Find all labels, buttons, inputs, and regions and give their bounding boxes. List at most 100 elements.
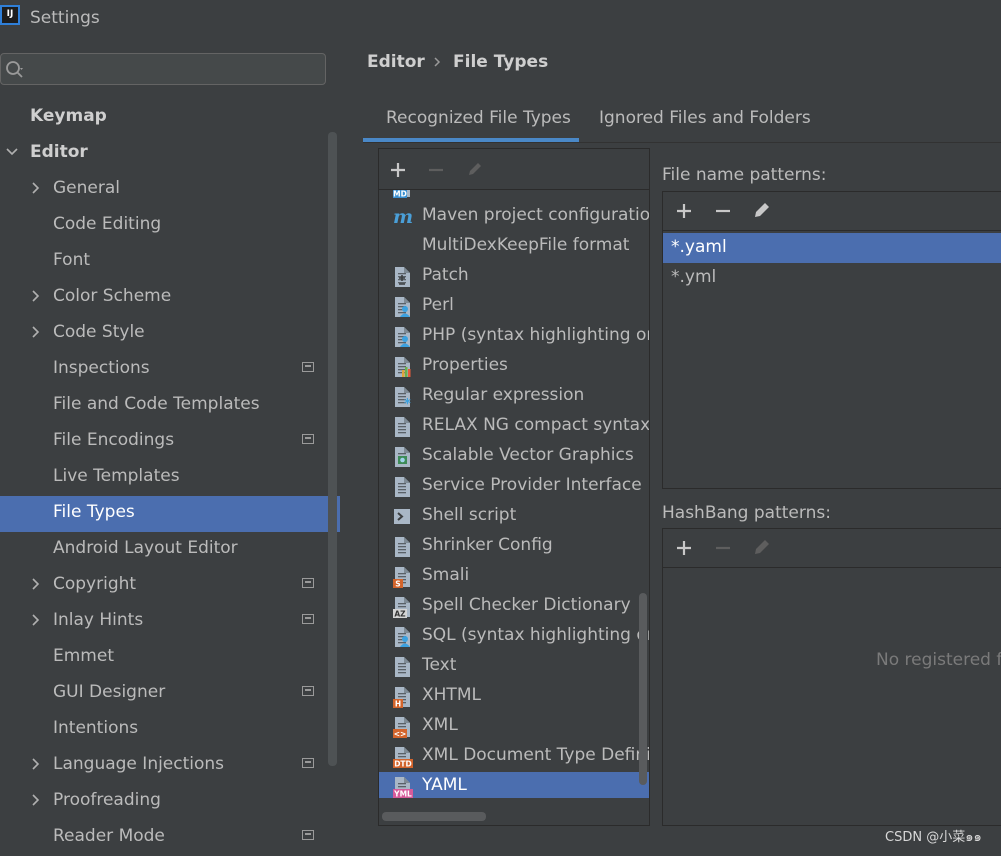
sidebar-scrollbar[interactable] — [328, 132, 337, 766]
file-name-patterns-list[interactable]: *.yaml *.yml — [663, 230, 1001, 489]
file-type-label: Maven project configuration — [422, 205, 649, 225]
text-file-icon — [395, 477, 410, 497]
file-type-row[interactable]: m Maven project configuration — [379, 202, 649, 232]
file-type-row[interactable]: PHP (syntax highlighting only) — [379, 322, 649, 352]
sidebar-item-proofreading[interactable]: Proofreading — [0, 784, 340, 820]
hashbang-patterns-list[interactable]: No registered file — [663, 567, 1001, 826]
search-icon[interactable] — [5, 60, 25, 80]
tab-label: Ignored Files and Folders — [599, 108, 811, 128]
sidebar-item-inspections[interactable]: Inspections — [0, 352, 340, 388]
project-scope-icon — [302, 578, 314, 588]
file-type-label: XHTML — [422, 685, 481, 705]
file-type-row[interactable]: Scalable Vector Graphics — [379, 442, 649, 472]
file-type-label: Properties — [422, 355, 508, 375]
file-type-label: Markdown — [422, 190, 510, 195]
sidebar-item-keymap[interactable]: Keymap — [0, 100, 340, 136]
tab-ignored-files[interactable]: Ignored Files and Folders — [599, 106, 829, 142]
breadcrumb-editor[interactable]: Editor — [367, 52, 425, 72]
sidebar-item-file-and-code-templates[interactable]: File and Code Templates — [0, 388, 340, 424]
sidebar-item-code-editing[interactable]: Code Editing — [0, 208, 340, 244]
smali-icon: S — [393, 567, 410, 589]
chevron-down-icon[interactable] — [6, 141, 18, 163]
file-type-row[interactable]: Service Provider Interface — [379, 472, 649, 502]
sidebar-item-font[interactable]: Font — [0, 244, 340, 280]
project-scope-icon — [302, 434, 314, 444]
sidebar-item-editor[interactable]: Editor — [0, 136, 340, 172]
project-scope-icon — [302, 758, 314, 768]
add-hashbang-icon[interactable] — [674, 538, 694, 558]
file-types-panel: MD Markdown m Maven project configuration Mu… — [378, 148, 650, 826]
list-vertical-scrollbar[interactable] — [639, 593, 647, 785]
sidebar-item-color-scheme[interactable]: Color Scheme — [0, 280, 340, 316]
search-input[interactable] — [0, 53, 326, 85]
file-type-row[interactable]: SQL (syntax highlighting only) — [379, 622, 649, 652]
chevron-right-icon[interactable] — [30, 573, 42, 595]
tab-label: Recognized File Types — [386, 108, 571, 128]
chevron-right-icon[interactable] — [30, 753, 42, 775]
chevron-right-icon[interactable] — [30, 609, 42, 631]
sidebar-item-language-injections[interactable]: Language Injections — [0, 748, 340, 784]
sidebar-item-emmet[interactable]: Emmet — [0, 640, 340, 676]
file-type-row[interactable]: <> XML — [379, 712, 649, 742]
sidebar-item-reader-mode[interactable]: Reader Mode — [0, 820, 340, 856]
file-type-row[interactable]: Text — [379, 652, 649, 682]
remove-pattern-icon[interactable] — [713, 201, 733, 221]
file-type-row[interactable]: DTD XML Document Type Definition — [379, 742, 649, 772]
add-pattern-icon[interactable] — [674, 201, 694, 221]
sidebar-item-live-templates[interactable]: Live Templates — [0, 460, 340, 496]
file-type-label: SQL (syntax highlighting only) — [422, 625, 649, 645]
title-bar: IJ Settings — [0, 0, 1001, 38]
edit-hashbang-icon[interactable] — [752, 537, 772, 557]
tab-recognized-file-types[interactable]: Recognized File Types — [363, 106, 579, 142]
edit-pattern-icon[interactable] — [752, 200, 772, 220]
horizontal-scroll-thumb[interactable] — [382, 812, 486, 821]
sidebar-item-label: File and Code Templates — [53, 394, 260, 414]
sidebar-item-label: Color Scheme — [53, 286, 172, 306]
sidebar-item-copyright[interactable]: Copyright — [0, 568, 340, 604]
file-type-row[interactable]: Shrinker Config — [379, 532, 649, 562]
file-type-row[interactable]: Patch — [379, 262, 649, 292]
sidebar-item-label: Live Templates — [53, 466, 180, 486]
sidebar-item-code-style[interactable]: Code Style — [0, 316, 340, 352]
sidebar-item-android-layout-editor[interactable]: Android Layout Editor — [0, 532, 340, 568]
pattern-row[interactable]: *.yml — [663, 263, 1001, 293]
hashbang-patterns-panel: No registered file — [662, 528, 1001, 826]
chevron-right-icon[interactable] — [30, 177, 42, 199]
file-type-row[interactable]: H XHTML — [379, 682, 649, 712]
svg-text:S: S — [395, 580, 400, 589]
file-type-label: YAML — [422, 775, 467, 795]
file-type-row[interactable]: Shell script — [379, 502, 649, 532]
chevron-right-icon[interactable] — [30, 321, 42, 343]
file-type-row[interactable]: AZ Spell Checker Dictionary — [379, 592, 649, 622]
file-type-row[interactable]: MD Markdown — [379, 190, 649, 202]
add-icon[interactable] — [388, 160, 408, 180]
file-types-list[interactable]: MD Markdown m Maven project configuration Mu… — [379, 189, 649, 798]
file-type-label: Text — [422, 655, 457, 675]
remove-hashbang-icon[interactable] — [713, 538, 733, 558]
file-type-row[interactable]: YML YAML — [379, 772, 649, 798]
patch-icon — [395, 267, 410, 287]
svg-text:H: H — [395, 700, 401, 709]
sidebar-item-intentions[interactable]: Intentions — [0, 712, 340, 748]
file-type-row[interactable]: S Smali — [379, 562, 649, 592]
edit-icon[interactable] — [465, 159, 485, 179]
chevron-right-icon[interactable] — [30, 285, 42, 307]
sidebar-item-general[interactable]: General — [0, 172, 340, 208]
sidebar-item-inlay-hints[interactable]: Inlay Hints — [0, 604, 340, 640]
file-name-patterns-label: File name patterns: — [662, 165, 827, 185]
file-type-row[interactable]: * Regular expression — [379, 382, 649, 412]
file-type-row[interactable]: RELAX NG compact syntax — [379, 412, 649, 442]
pattern-row[interactable]: *.yaml — [663, 233, 1001, 263]
remove-icon[interactable] — [426, 160, 446, 180]
chevron-right-icon[interactable] — [30, 789, 42, 811]
file-type-row[interactable]: Properties — [379, 352, 649, 382]
file-type-row[interactable]: MultiDexKeepFile format — [379, 232, 649, 262]
sidebar-item-file-types[interactable]: File Types — [0, 496, 340, 532]
list-horizontal-scrollbar[interactable] — [379, 809, 649, 823]
sidebar-item-file-encodings[interactable]: File Encodings — [0, 424, 340, 460]
svg-text:m: m — [393, 206, 413, 228]
sidebar-item-gui-designer[interactable]: GUI Designer — [0, 676, 340, 712]
sidebar-item-label: Copyright — [53, 574, 137, 594]
file-type-row[interactable]: Perl — [379, 292, 649, 322]
xml-icon: <> — [393, 717, 410, 738]
